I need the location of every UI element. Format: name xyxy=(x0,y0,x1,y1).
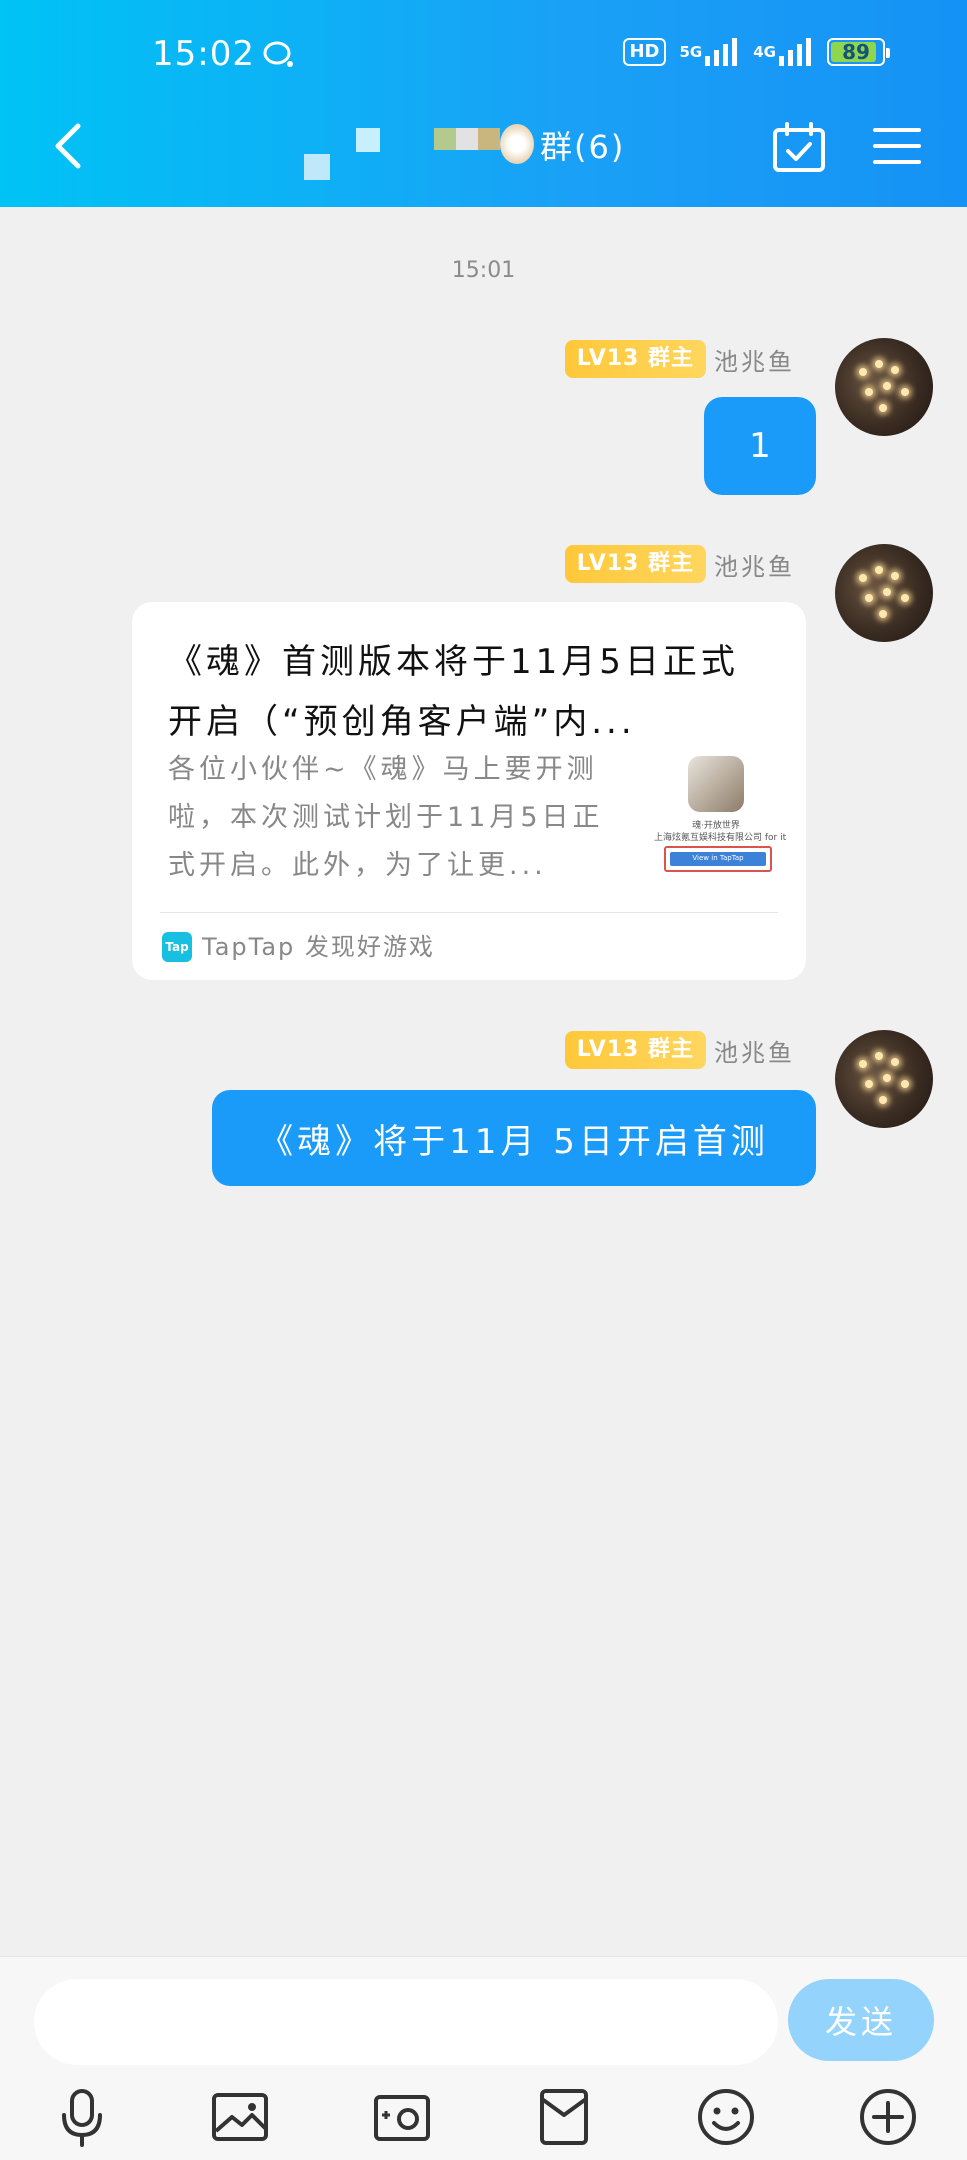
battery-level: 89 xyxy=(842,40,870,64)
plus-icon[interactable] xyxy=(856,2085,920,2149)
level-badge: LV13 群主 xyxy=(564,340,706,378)
status-time: 15:02 xyxy=(152,34,255,74)
app-header: 15:02 HD 5G 4G 89 群(6) xyxy=(0,0,967,207)
thumb-publisher: 上海炫氪互娱科技有限公司 for it xyxy=(654,833,787,843)
send-button[interactable]: 发送 xyxy=(788,1979,934,2061)
card-title: 《魂》首测版本将于11月5日正式开启（“预创角客户端”内... xyxy=(168,642,739,742)
sender-name: 池兆鱼 xyxy=(714,1038,795,1067)
menu-button[interactable] xyxy=(873,126,921,166)
message-text: 《魂》将于11月 5日开启首测 xyxy=(259,1121,769,1162)
battery-tip xyxy=(886,48,890,58)
message-input[interactable] xyxy=(34,1979,778,2065)
card-divider xyxy=(160,912,778,913)
group-avatar-blurred xyxy=(300,122,700,182)
microphone-icon[interactable] xyxy=(50,2085,114,2149)
back-button[interactable] xyxy=(44,118,94,174)
share-link-card[interactable]: 《魂》首测版本将于11月5日正式开启（“预创角客户端”内... 各位小伙伴~《魂… xyxy=(132,602,806,980)
sender-name: 池兆鱼 xyxy=(714,347,795,376)
avatar[interactable] xyxy=(835,338,933,436)
message-notification-icon xyxy=(263,41,293,67)
sender-info: LV13 群主 池兆鱼 xyxy=(564,1031,795,1069)
card-source: TapTap 发现好游戏 xyxy=(202,933,435,961)
status-indicators: HD 5G 4G 89 xyxy=(623,38,890,66)
red-packet-icon[interactable] xyxy=(532,2085,596,2149)
battery-indicator: 89 xyxy=(827,38,890,66)
thumb-button-label: View in TapTap xyxy=(692,854,744,862)
card-thumbnail: 魂·开放世界 上海炫氪互娱科技有限公司 for it View in TapTa… xyxy=(654,752,787,876)
signal-5g-indicator: 5G xyxy=(680,38,740,66)
signal-4g-label: 4G xyxy=(753,43,776,61)
image-icon[interactable] xyxy=(208,2085,272,2149)
signal-bars-icon xyxy=(705,38,738,66)
avatar[interactable] xyxy=(835,544,933,642)
sender-info: LV13 群主 池兆鱼 xyxy=(564,545,795,583)
hd-badge: HD xyxy=(623,38,666,66)
signal-5g-label: 5G xyxy=(679,43,703,61)
calendar-check-button[interactable] xyxy=(771,122,827,172)
taptap-logo-icon: Tap xyxy=(162,932,192,962)
sender-info: LV13 群主 池兆鱼 xyxy=(564,340,795,378)
message-bubble[interactable]: 1 xyxy=(704,397,816,495)
camera-icon[interactable] xyxy=(370,2085,434,2149)
sender-name: 池兆鱼 xyxy=(714,552,795,581)
message-text: 1 xyxy=(749,426,771,466)
avatar[interactable] xyxy=(835,1030,933,1128)
signal-4g-indicator: 4G xyxy=(753,38,813,66)
level-badge: LV13 群主 xyxy=(564,1031,706,1069)
level-badge: LV13 群主 xyxy=(564,545,706,583)
card-description: 各位小伙伴~《魂》马上要开测啦，本次测试计划于11月5日正式开启。此外，为了让更… xyxy=(168,754,604,881)
message-bubble[interactable]: 《魂》将于11月 5日开启首测 xyxy=(212,1090,816,1186)
emoji-icon[interactable] xyxy=(694,2085,758,2149)
input-bar: 发送 xyxy=(0,1956,967,2160)
page-title: 群(6) xyxy=(540,128,626,166)
signal-bars-icon xyxy=(779,38,811,66)
thumb-view-button: View in TapTap xyxy=(664,846,772,872)
chat-timestamp: 15:01 xyxy=(451,258,516,283)
game-app-icon xyxy=(688,756,744,812)
